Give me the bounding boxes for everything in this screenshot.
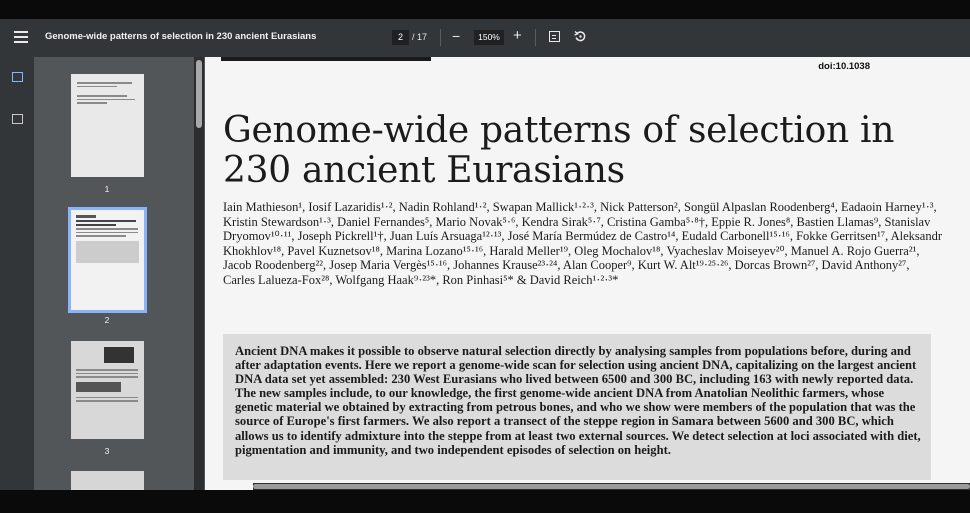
abstract-text: Ancient DNA makes it possible to observe… (235, 344, 921, 457)
zoom-level-input[interactable]: 150% (474, 30, 504, 45)
thumbnail-page-4[interactable] (71, 471, 144, 490)
zoom-in-button[interactable]: + (513, 27, 522, 44)
thumbnail-label: 2 (104, 315, 110, 325)
vertical-scrollbar[interactable] (194, 57, 204, 490)
sidebar (0, 57, 34, 490)
pdf-toolbar: Genome-wide patterns of selection in 230… (0, 19, 970, 57)
page-number-input[interactable]: 2 (392, 30, 409, 45)
top-dark-strip (0, 0, 970, 19)
toolbar-divider (535, 29, 536, 46)
author-list: Iain Mathieson¹, Iosif Lazaridis¹·², Nad… (223, 200, 943, 287)
doi-text: doi:10.1038 (818, 61, 870, 72)
toolbar-divider (440, 29, 441, 46)
page-total: / 17 (412, 32, 428, 42)
article-title: Genome-wide patterns of selection in 230… (223, 110, 895, 191)
thumbnail-page-2[interactable] (68, 207, 147, 313)
thumbnail-page-3[interactable] (71, 341, 144, 439)
rotate-icon[interactable] (574, 30, 587, 43)
pdf-page: doi:10.1038 Genome-wide patterns of sele… (205, 57, 970, 490)
zoom-out-button[interactable]: − (452, 28, 460, 44)
horizontal-scrollbar[interactable] (253, 483, 970, 490)
thumbnail-page-1[interactable] (71, 74, 144, 177)
menu-icon[interactable] (14, 31, 28, 43)
bottom-dark-strip (0, 490, 970, 513)
document-title: Genome-wide patterns of selection in 230… (45, 31, 317, 42)
thumbnail-label: 3 (104, 446, 110, 456)
abstract-box: Ancient DNA makes it possible to observe… (223, 334, 931, 480)
fit-page-icon[interactable] (549, 31, 560, 42)
outline-view-icon[interactable] (12, 114, 23, 124)
thumbnails-view-icon[interactable] (12, 72, 23, 82)
thumbnail-panel: 1 2 3 (34, 57, 194, 490)
thumbnail-label: 1 (104, 184, 110, 194)
journal-masthead (221, 57, 431, 61)
